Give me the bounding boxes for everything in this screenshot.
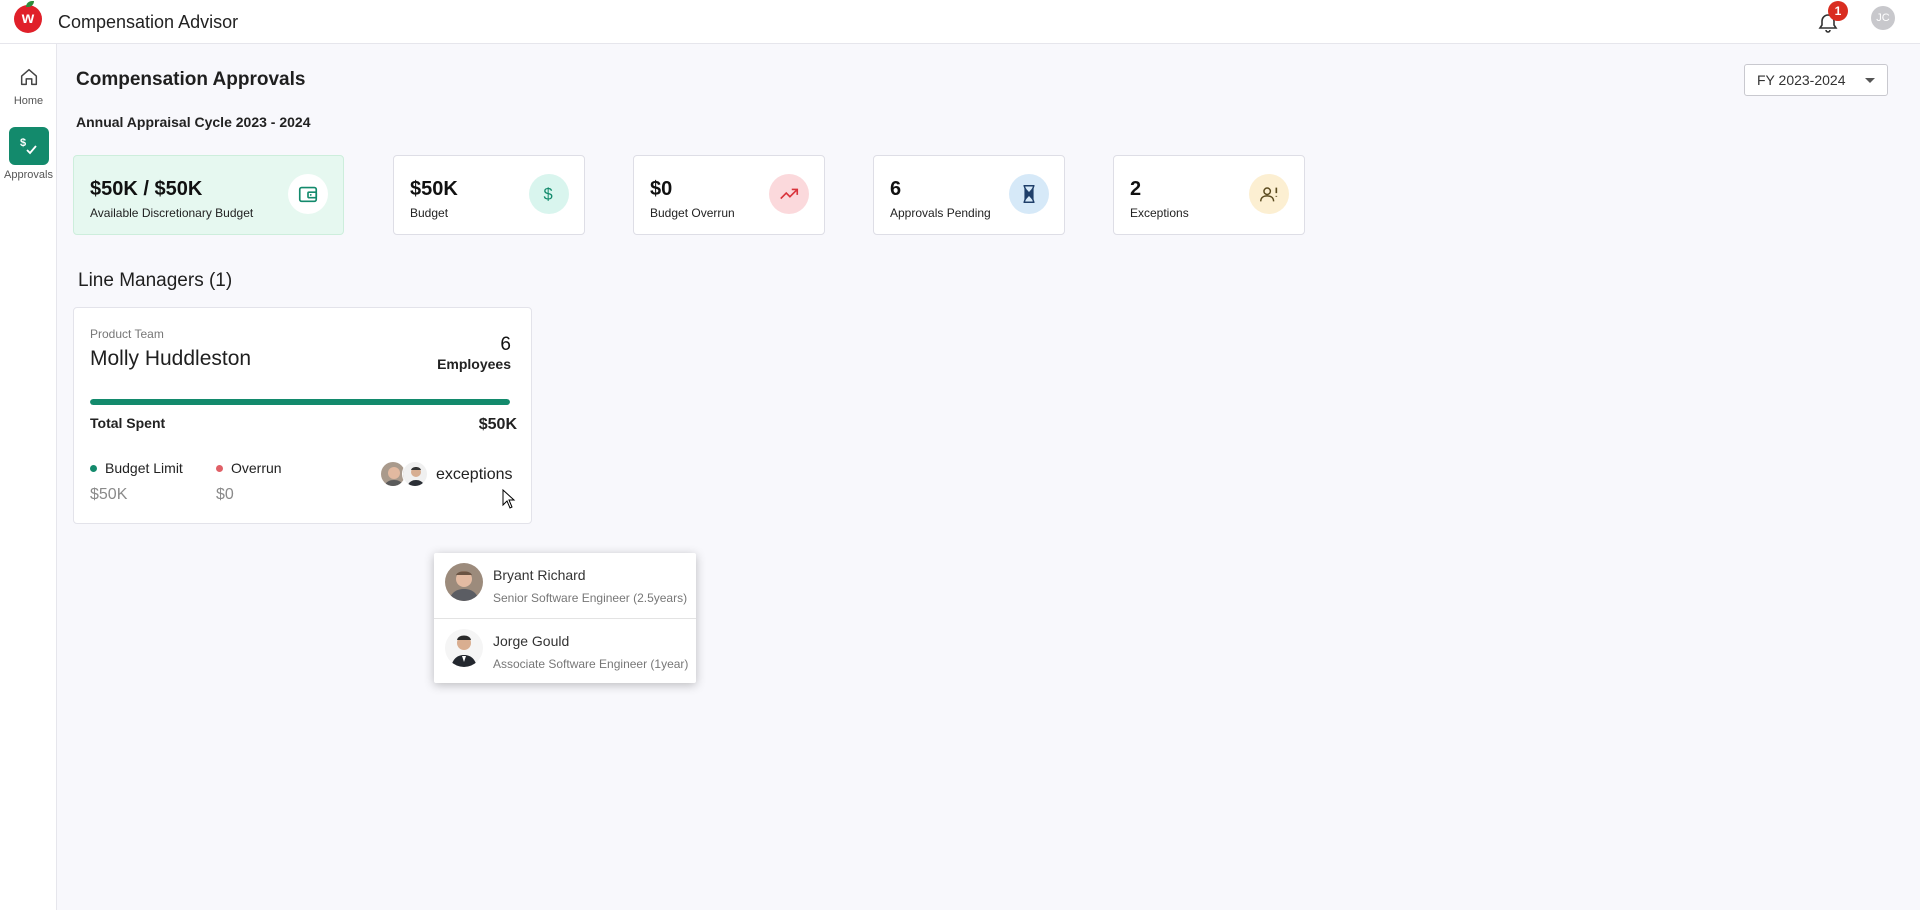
home-icon — [20, 68, 37, 86]
legend-label: Budget Limit — [105, 460, 183, 476]
wallet-icon — [288, 174, 328, 214]
legend-label: Overrun — [231, 460, 282, 476]
legend-dot — [90, 464, 97, 472]
total-spent-value: $50K — [478, 416, 517, 433]
employee-name: Bryant Richard — [493, 567, 586, 583]
avatar — [445, 629, 483, 667]
stat-card-budget-overrun: $0 Budget Overrun — [633, 155, 825, 235]
stat-value: $50K — [410, 178, 458, 200]
stat-label: Budget — [410, 206, 449, 220]
stat-value: 2 — [1130, 178, 1142, 200]
hourglass-icon — [1009, 174, 1049, 214]
stat-card-approvals-pending: 6 Approvals Pending — [873, 155, 1065, 235]
main-content: Compensation Approvals Annual Appraisal … — [57, 44, 1920, 910]
fiscal-year-select[interactable]: FY 2023-2024 — [1744, 64, 1888, 96]
sidebar: Home $ Approvals — [0, 44, 57, 910]
chevron-down-icon — [1865, 78, 1875, 83]
employee-name: Jorge Gould — [493, 633, 570, 649]
stat-value: $50K / $50K — [90, 178, 203, 200]
stat-card-discretionary-budget: $50K / $50K Available Discretionary Budg… — [73, 155, 344, 235]
exception-avatars[interactable] — [380, 461, 428, 487]
manager-name: Molly Huddleston — [90, 347, 252, 370]
stat-label: Budget Overrun — [650, 206, 735, 220]
svg-text:$: $ — [20, 137, 26, 149]
employee-count: 6 — [500, 334, 511, 355]
svg-text:$: $ — [544, 186, 553, 204]
sidebar-item-label: Approvals — [4, 169, 53, 181]
line-manager-card[interactable]: Product Team Molly Huddleston 6 Employee… — [73, 307, 532, 524]
person-alert-icon — [1249, 174, 1289, 214]
team-name: Product Team — [90, 327, 164, 341]
page-subtitle: Annual Appraisal Cycle 2023 - 2024 — [76, 114, 311, 130]
sidebar-item-home[interactable]: Home — [0, 66, 57, 107]
app-title: Compensation Advisor — [58, 12, 239, 32]
stat-label: Exceptions — [1130, 206, 1189, 220]
employee-role: Senior Software Engineer (2.5years) — [493, 591, 688, 605]
stat-value: $0 — [650, 178, 673, 200]
total-spent-label: Total Spent — [90, 415, 166, 431]
avatar — [445, 563, 483, 601]
sidebar-item-label: Home — [13, 95, 44, 107]
trending-up-icon — [769, 174, 809, 214]
dollar-icon: $ — [529, 174, 569, 214]
line-managers-title: Line Managers (1) — [78, 270, 233, 291]
employee-role: Associate Software Engineer (1year) — [493, 657, 689, 671]
page-title: Compensation Approvals — [76, 69, 306, 90]
sidebar-item-approvals[interactable]: $ Approvals — [0, 127, 57, 181]
budget-limit-value: $50K — [90, 486, 128, 503]
notification-badge: 1 — [1828, 1, 1848, 21]
stat-card-budget: $50K Budget $ — [393, 155, 585, 235]
exceptions-link[interactable]: exceptions — [436, 466, 513, 484]
legend-budget-limit: Budget Limit — [90, 460, 183, 476]
legend-dot — [216, 464, 223, 472]
app-logo[interactable]: w — [14, 1, 42, 33]
exceptions-popup: Bryant Richard Senior Software Engineer … — [434, 553, 696, 683]
top-bar: w Compensation Advisor 1 JC — [0, 0, 1920, 44]
legend-overrun: Overrun — [216, 460, 282, 476]
list-item[interactable]: Jorge Gould Associate Software Engineer … — [434, 618, 696, 683]
budget-progress-bar — [90, 399, 510, 405]
stat-card-exceptions: 2 Exceptions — [1113, 155, 1305, 235]
employee-label: Employees — [437, 356, 511, 372]
avatar — [402, 461, 428, 487]
mouse-cursor-icon — [502, 489, 516, 509]
approvals-icon: $ — [8, 127, 49, 165]
stat-label: Approvals Pending — [890, 206, 991, 220]
overrun-value: $0 — [216, 486, 234, 503]
user-avatar[interactable]: JC — [1871, 6, 1895, 30]
budget-progress-fill — [90, 399, 510, 405]
stat-value: 6 — [890, 178, 902, 200]
stat-label: Available Discretionary Budget — [90, 206, 254, 220]
list-item[interactable]: Bryant Richard Senior Software Engineer … — [434, 553, 696, 618]
fiscal-year-value: FY 2023-2024 — [1757, 72, 1846, 88]
